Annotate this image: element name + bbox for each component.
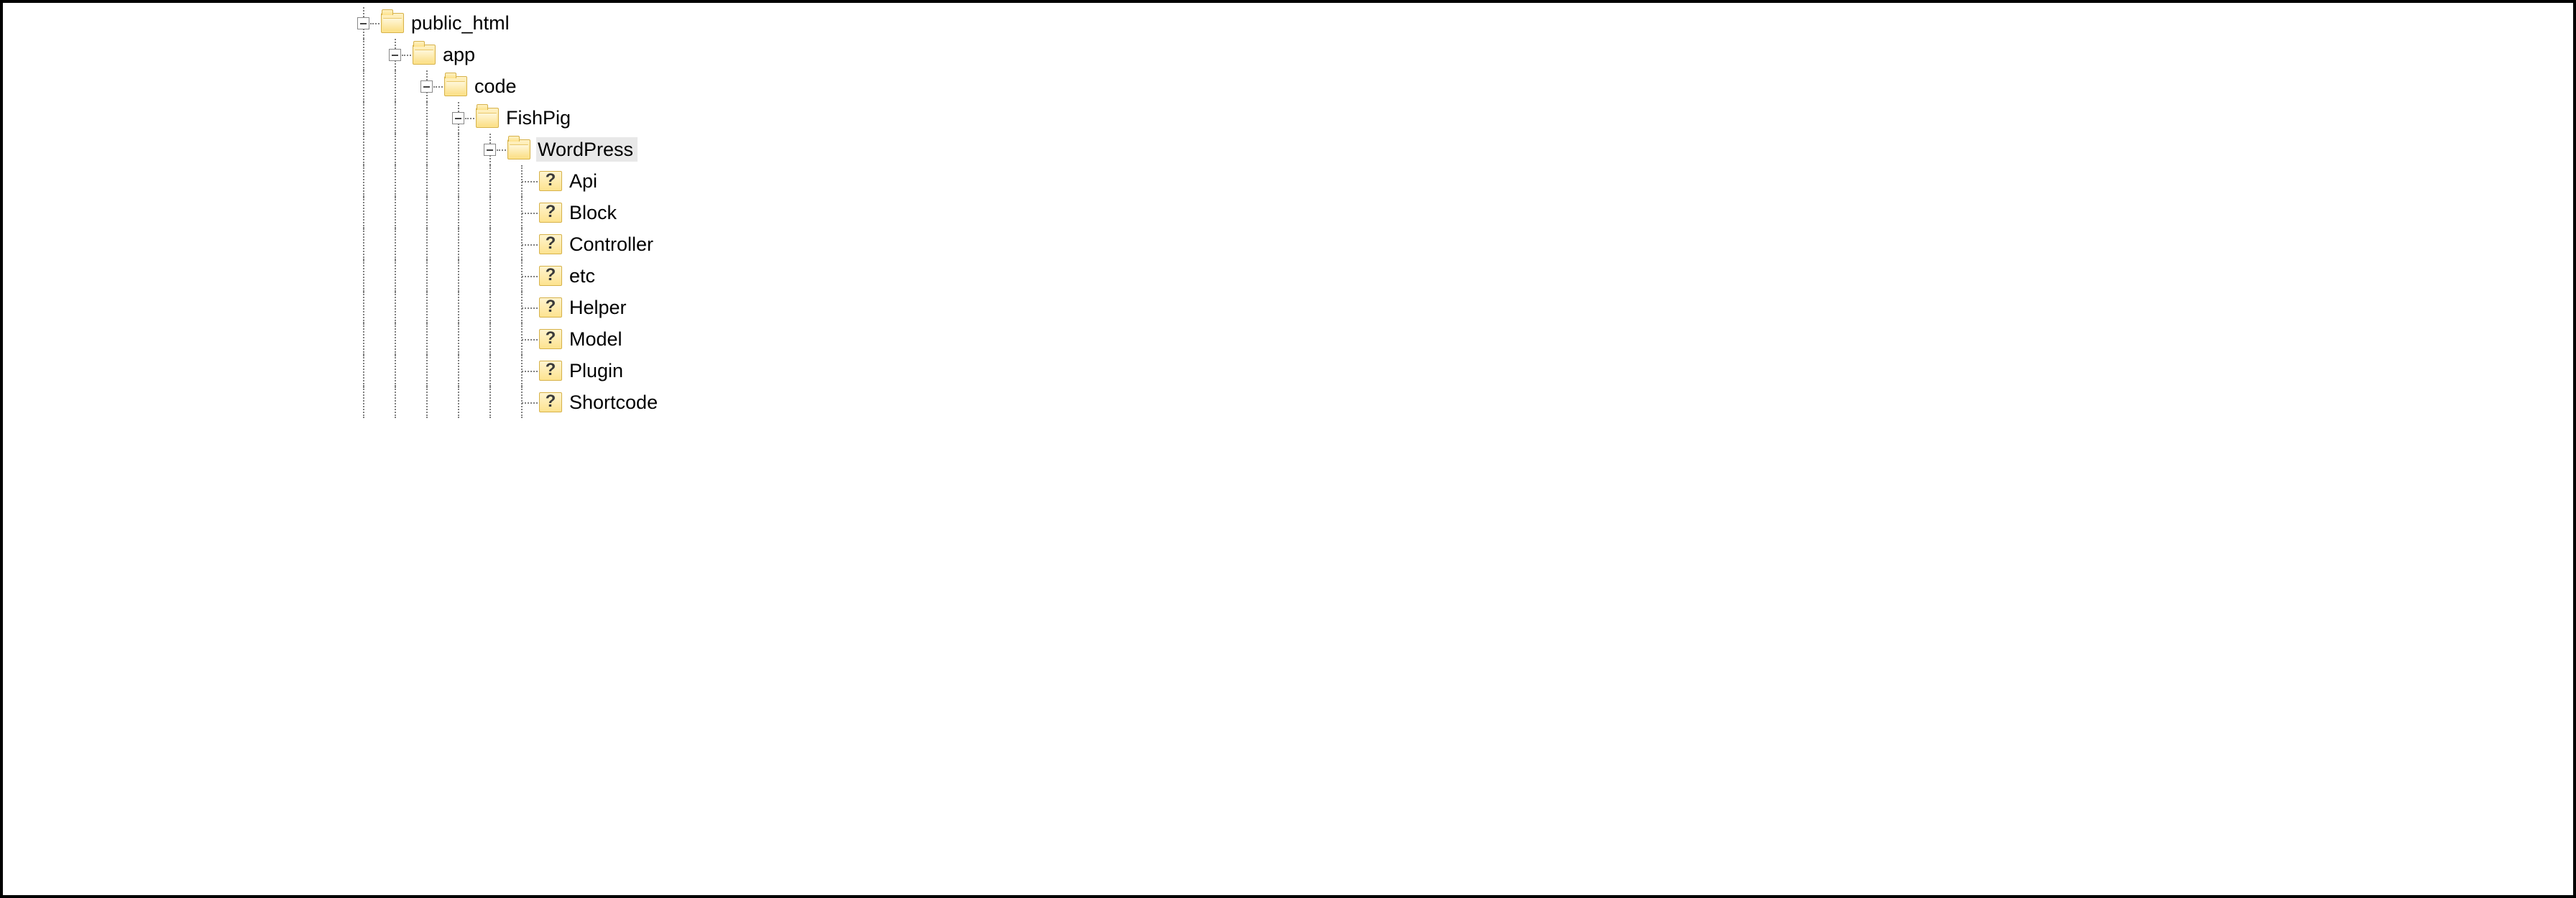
tree-node-model[interactable]: Model <box>348 323 662 355</box>
tree-label: etc <box>568 264 599 288</box>
collapse-toggle[interactable] <box>348 7 380 39</box>
folder-icon <box>413 45 436 65</box>
tree-label: Shortcode <box>568 390 662 415</box>
tree-label: Helper <box>568 295 631 320</box>
tree-connector <box>506 355 538 386</box>
unknown-folder-icon <box>539 266 562 286</box>
tree-node-helper[interactable]: Helper <box>348 292 662 323</box>
unknown-folder-icon <box>539 361 562 381</box>
tree-connector <box>506 386 538 418</box>
tree-label: code <box>473 74 521 98</box>
tree-label: FishPig <box>505 106 575 130</box>
tree-node-etc[interactable]: etc <box>348 260 662 292</box>
unknown-folder-icon <box>539 203 562 223</box>
tree-label: Model <box>568 327 627 351</box>
tree-label: Api <box>568 169 602 193</box>
unknown-folder-icon <box>539 234 562 254</box>
unknown-folder-icon <box>539 392 562 412</box>
directory-tree[interactable]: public_html app code FishPig <box>348 7 662 418</box>
tree-label: Controller <box>568 232 658 256</box>
tree-node-api[interactable]: Api <box>348 165 662 197</box>
tree-node-wordpress[interactable]: WordPress <box>348 134 662 165</box>
tree-connector <box>506 260 538 292</box>
tree-node-app[interactable]: app <box>348 39 662 70</box>
tree-node-fishpig[interactable]: FishPig <box>348 102 662 134</box>
tree-node-public-html[interactable]: public_html <box>348 7 662 39</box>
tree-node-code[interactable]: code <box>348 70 662 102</box>
tree-label: Block <box>568 200 621 225</box>
unknown-folder-icon <box>539 297 562 318</box>
tree-label: app <box>441 42 479 67</box>
folder-icon <box>476 108 499 128</box>
unknown-folder-icon <box>539 171 562 191</box>
tree-connector <box>506 228 538 260</box>
tree-connector <box>506 292 538 323</box>
tree-connector <box>506 323 538 355</box>
folder-icon <box>381 13 404 33</box>
folder-icon <box>444 76 467 96</box>
tree-node-shortcode[interactable]: Shortcode <box>348 386 662 418</box>
tree-label: public_html <box>410 11 514 35</box>
tree-label: WordPress <box>536 137 638 162</box>
tree-node-plugin[interactable]: Plugin <box>348 355 662 386</box>
collapse-toggle[interactable] <box>380 39 411 70</box>
file-tree-panel: public_html app code FishPig <box>0 0 2576 898</box>
tree-node-controller[interactable]: Controller <box>348 228 662 260</box>
folder-icon <box>507 139 530 159</box>
tree-label: Plugin <box>568 358 627 383</box>
tree-connector <box>506 197 538 228</box>
tree-connector <box>506 165 538 197</box>
collapse-toggle[interactable] <box>474 134 506 165</box>
tree-node-block[interactable]: Block <box>348 197 662 228</box>
collapse-toggle[interactable] <box>411 70 443 102</box>
collapse-toggle[interactable] <box>443 102 474 134</box>
unknown-folder-icon <box>539 329 562 349</box>
